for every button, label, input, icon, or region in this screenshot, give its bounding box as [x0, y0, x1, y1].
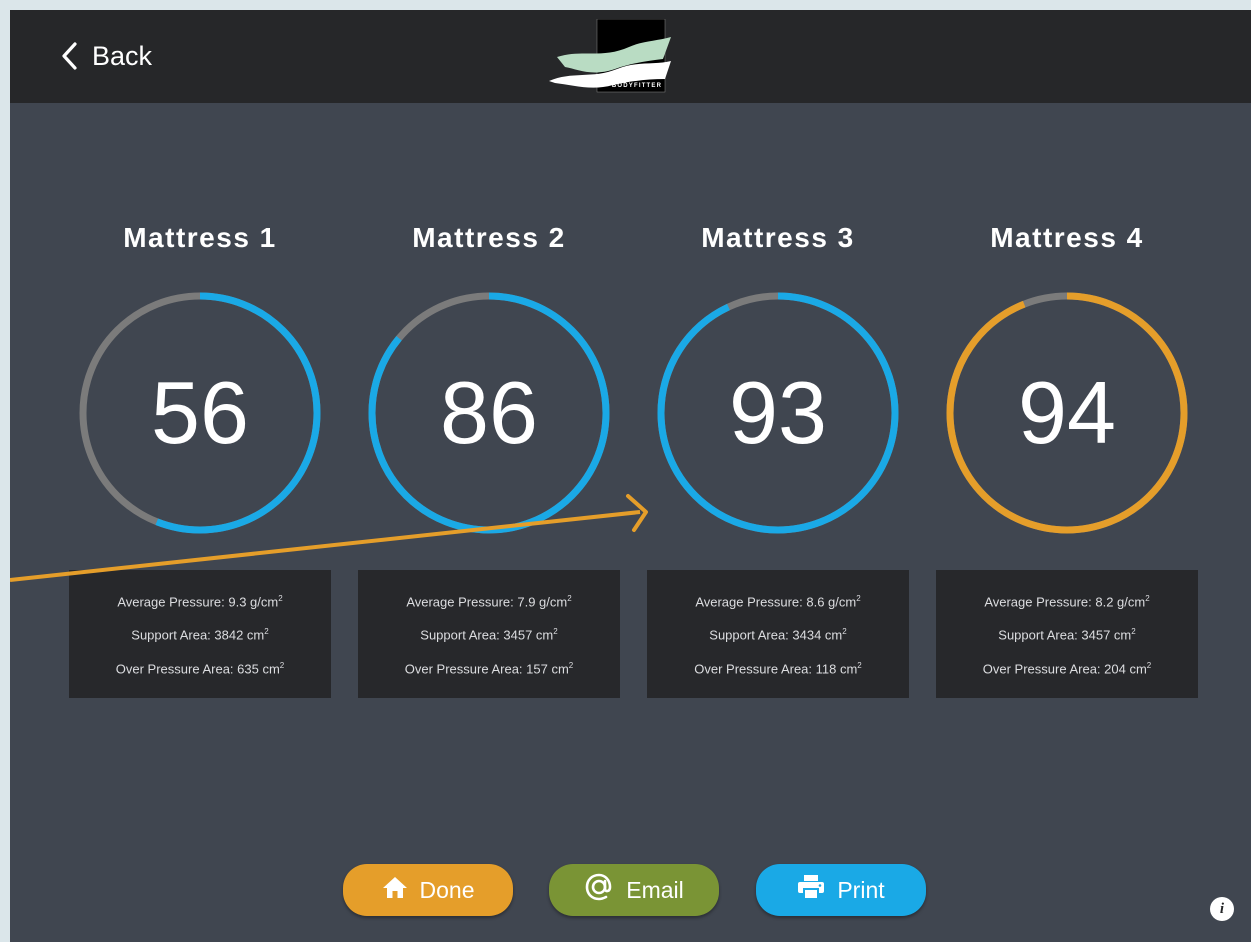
home-icon [382, 875, 408, 905]
score-value: 56 [151, 363, 249, 462]
stat-row: Support Area: 3842 cm2 [131, 617, 268, 650]
printer-icon [797, 874, 825, 906]
over-pressure-label: Over Pressure Area: 118 cm [694, 660, 858, 676]
score-ring: 86 [364, 288, 614, 538]
stats-panel: Average Pressure: 7.9 g/cm2 Support Area:… [358, 570, 620, 698]
print-button[interactable]: Print [756, 864, 926, 916]
mattress-title: Mattress 1 [123, 222, 277, 253]
logo-text: BODYFITTER [611, 83, 663, 89]
avg-pressure-label: Average Pressure: 7.9 g/cm [406, 594, 568, 610]
info-icon[interactable]: i [1210, 897, 1234, 921]
done-label: Done [419, 876, 475, 903]
superscript-two: 2 [842, 627, 847, 637]
chevron-left-icon [60, 41, 78, 71]
score-value: 94 [1018, 363, 1116, 462]
mattress-title: Mattress 4 [990, 222, 1144, 253]
superscript-two: 2 [857, 660, 862, 670]
mattress-title: Mattress 2 [412, 222, 566, 253]
stat-row: Average Pressure: 8.2 g/cm2 [984, 584, 1149, 617]
avg-pressure-label: Average Pressure: 8.6 g/cm [695, 594, 857, 610]
score-ring: 93 [653, 288, 903, 538]
stat-row: Support Area: 3434 cm2 [709, 617, 846, 650]
avg-pressure-label: Average Pressure: 8.2 g/cm [984, 594, 1146, 610]
support-area-label: Support Area: 3457 cm [420, 627, 554, 643]
mattress-title: Mattress 3 [701, 222, 855, 253]
superscript-two: 2 [1131, 627, 1136, 637]
stat-row: Support Area: 3457 cm2 [420, 617, 557, 650]
stat-row: Over Pressure Area: 204 cm2 [983, 651, 1151, 684]
app-window: Back BODYFITTER Mattress 1 56 Average Pres… [10, 10, 1251, 942]
back-label: Back [92, 40, 153, 71]
stat-row: Average Pressure: 8.6 g/cm2 [695, 584, 860, 617]
stats-panel: Average Pressure: 8.6 g/cm2 Support Area:… [647, 570, 909, 698]
superscript-two: 2 [553, 627, 558, 637]
superscript-two: 2 [568, 660, 574, 670]
support-area-label: Support Area: 3434 cm [709, 627, 843, 643]
support-area-label: Support Area: 3457 cm [998, 627, 1132, 643]
score-value: 93 [729, 363, 827, 462]
stat-row: Support Area: 3457 cm2 [998, 617, 1135, 650]
superscript-two: 2 [279, 660, 285, 670]
score-value: 86 [440, 363, 538, 462]
score-ring: 94 [942, 288, 1192, 538]
avg-pressure-label: Average Pressure: 9.3 g/cm [117, 594, 279, 610]
over-pressure-label: Over Pressure Area: 157 cm [404, 660, 569, 676]
over-pressure-label: Over Pressure Area: 635 cm [115, 660, 280, 676]
score-ring: 56 [75, 288, 325, 538]
stats-panel: Average Pressure: 8.2 g/cm2 Support Area:… [936, 570, 1198, 698]
stats-panel: Average Pressure: 9.3 g/cm2 Support Area:… [69, 570, 331, 698]
back-button[interactable]: Back [60, 36, 152, 76]
stat-row: Over Pressure Area: 635 cm2 [116, 651, 284, 684]
superscript-two: 2 [264, 627, 269, 637]
stat-row: Over Pressure Area: 118 cm2 [694, 651, 862, 684]
superscript-two: 2 [567, 594, 572, 603]
stat-row: Over Pressure Area: 157 cm2 [405, 651, 573, 684]
superscript-two: 2 [1146, 660, 1152, 670]
at-sign-icon [584, 872, 614, 908]
superscript-two: 2 [278, 594, 283, 603]
print-label: Print [837, 876, 885, 903]
email-button[interactable]: Email [549, 864, 719, 916]
stat-row: Average Pressure: 9.3 g/cm2 [117, 584, 282, 617]
top-bar: Back BODYFITTER [10, 10, 1251, 103]
stat-row: Average Pressure: 7.9 g/cm2 [406, 584, 571, 617]
email-label: Email [626, 876, 684, 903]
over-pressure-label: Over Pressure Area: 204 cm [982, 660, 1147, 676]
superscript-two: 2 [1145, 594, 1150, 603]
superscript-two: 2 [856, 594, 861, 603]
support-area-label: Support Area: 3842 cm [131, 627, 265, 643]
done-button[interactable]: Done [343, 864, 513, 916]
